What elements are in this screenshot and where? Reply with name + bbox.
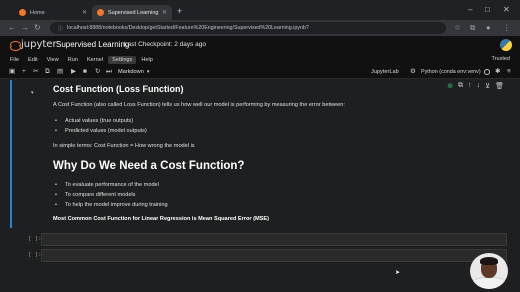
reload-icon[interactable]: ↻ <box>34 23 41 32</box>
run-icon[interactable]: ▶ <box>71 68 76 76</box>
jupyter-favicon-icon <box>19 9 26 16</box>
close-tab-icon[interactable]: ✕ <box>162 9 167 16</box>
notebook-panel: ▾ ⊕ ⧉ ↑ ↓ ⊻ 🗑 Cost Function (Loss Functi… <box>0 80 520 292</box>
jupyter-logo[interactable]: jupyter <box>10 39 57 51</box>
insert-below-icon[interactable]: ⊻ <box>485 82 490 90</box>
webcam-person-hair <box>480 257 498 265</box>
menu-settings[interactable]: Settings <box>108 55 137 64</box>
webcam-person-body <box>472 277 506 289</box>
menu-bar: File Edit View Run Kernel Settings Help <box>0 54 520 65</box>
save-icon[interactable]: ▣ <box>9 68 15 76</box>
menu-help[interactable]: Help <box>137 56 157 64</box>
insert-cell-icon[interactable]: + <box>22 68 26 76</box>
code-input[interactable] <box>41 249 507 262</box>
jupyter-header: jupyter Supervised Learning Last Checkpo… <box>0 36 520 54</box>
kernel-icon: ⚙ <box>410 68 416 75</box>
kernel-name[interactable]: Python (conda env:venv) <box>421 69 481 75</box>
cell-toolbar: ⊕ ⧉ ↑ ↓ ⊻ 🗑 <box>447 82 504 90</box>
webcam-overlay <box>470 253 508 289</box>
profile-icon[interactable]: ● <box>486 23 491 32</box>
mse-statement: Most Common Cost Function for Linear Reg… <box>53 216 270 222</box>
cell-prompt: [ ]: <box>28 236 42 242</box>
menu-file[interactable]: File <box>6 56 23 64</box>
cell-prompt: [ ]: <box>28 252 42 258</box>
close-tab-icon[interactable]: ✕ <box>82 9 87 16</box>
menu-kernel[interactable]: Kernel <box>83 56 107 64</box>
url-field[interactable]: ⓘ localhost:8888/notebooks/Desktop/getSt… <box>50 22 446 34</box>
heading-why-cost-function: Why Do We Need a Cost Function? <box>53 160 245 172</box>
list-item: Predicted values (model outputs) <box>53 126 147 136</box>
move-up-icon[interactable]: ↑ <box>468 82 472 90</box>
list-item: To evaluate performance of the model <box>53 180 168 190</box>
active-cell-indicator <box>10 80 12 228</box>
copy-icon[interactable]: ⧉ <box>45 68 50 76</box>
jupyter-favicon-icon <box>97 9 104 16</box>
maximize-icon[interactable]: □ <box>485 5 490 14</box>
stop-icon[interactable]: ■ <box>83 68 87 76</box>
error-components-list: Actual values (true outputs) Predicted v… <box>53 116 147 136</box>
delete-cell-icon[interactable]: 🗑 <box>495 82 504 90</box>
kernel-status-icon <box>484 69 490 75</box>
cell-type-select[interactable]: Markdown ▾ <box>118 67 149 77</box>
chevron-down-icon: ▾ <box>146 69 150 75</box>
markdown-cell[interactable]: ▾ ⊕ ⧉ ↑ ↓ ⊻ 🗑 Cost Function (Loss Functi… <box>10 80 512 228</box>
bookmark-star-icon[interactable]: ☆ <box>454 23 461 32</box>
code-input[interactable] <box>41 233 507 246</box>
collapse-heading-icon[interactable]: ▾ <box>31 90 34 96</box>
back-icon[interactable]: ← <box>8 23 16 32</box>
settings-icon[interactable]: ≡ <box>507 68 511 76</box>
menu-view[interactable]: View <box>43 56 63 64</box>
add-cell-icon[interactable]: ⊕ <box>447 82 453 90</box>
tab-label: Home <box>30 9 45 16</box>
code-cell[interactable]: [ ]: <box>10 249 512 262</box>
browser-tab-supervised-learning[interactable]: Supervised Learning ✕ <box>92 5 172 20</box>
list-item: To compare different models <box>53 190 168 200</box>
menu-edit[interactable]: Edit <box>24 56 42 64</box>
browser-tab-bar: Home ✕ Supervised Learning ✕ + – □ ✕ <box>0 0 520 20</box>
restart-icon[interactable]: ↻ <box>95 68 100 76</box>
forward-icon[interactable]: → <box>21 23 29 32</box>
minimize-icon[interactable]: – <box>468 5 472 14</box>
notebook-title[interactable]: Supervised Learning <box>56 40 129 49</box>
jupyter-logo-text: jupyter <box>21 39 57 50</box>
duplicate-cell-icon[interactable]: ⧉ <box>458 82 463 90</box>
new-tab-icon[interactable]: + <box>177 6 182 16</box>
trusted-indicator[interactable]: Trusted <box>492 56 510 62</box>
mouse-cursor-icon: ➤ <box>395 270 401 276</box>
intro-paragraph: A Cost Function (also called Loss Functi… <box>53 102 345 108</box>
bug-icon[interactable]: ✱ <box>495 68 500 76</box>
list-item: Actual values (true outputs) <box>53 116 147 126</box>
reasons-list: To evaluate performance of the model To … <box>53 180 168 210</box>
fast-forward-icon[interactable]: ⏭ <box>106 68 112 76</box>
browser-tab-home[interactable]: Home ✕ <box>14 5 92 20</box>
code-cell[interactable]: [ ]: <box>10 233 512 246</box>
list-item: To help the model improve during trainin… <box>53 200 168 210</box>
browser-menu-icon[interactable]: ⋮ <box>503 23 511 32</box>
move-down-icon[interactable]: ↓ <box>476 82 480 90</box>
notebook-toolbar: ▣ + ✂ ⧉ ▤ ▶ ■ ↻ ⏭ Markdown ▾ JupyterLab … <box>0 65 520 79</box>
cell-type-value: Markdown <box>118 69 144 75</box>
paste-icon[interactable]: ▤ <box>57 68 63 76</box>
site-info-icon[interactable]: ⓘ <box>58 25 63 32</box>
menu-run[interactable]: Run <box>64 56 82 64</box>
heading-cost-function: Cost Function (Loss Function) <box>53 84 184 94</box>
checkpoint-status: Last Checkpoint: 2 days ago <box>124 41 207 48</box>
simple-terms-paragraph: In simple terms: Cost Function = How wro… <box>53 143 195 149</box>
url-text: localhost:8888/notebooks/Desktop/getStar… <box>67 25 309 31</box>
close-window-icon[interactable]: ✕ <box>503 5 510 14</box>
cut-icon[interactable]: ✂ <box>33 68 38 76</box>
address-bar-row: ← → ↻ ⓘ localhost:8888/notebooks/Desktop… <box>0 20 520 36</box>
tab-label: Supervised Learning <box>108 9 159 16</box>
extensions-icon[interactable]: ⧉ <box>470 23 475 33</box>
jupyterlab-link[interactable]: JupyterLab <box>371 69 399 75</box>
jupyter-logo-icon <box>10 39 21 51</box>
python-logo-icon <box>500 39 512 51</box>
